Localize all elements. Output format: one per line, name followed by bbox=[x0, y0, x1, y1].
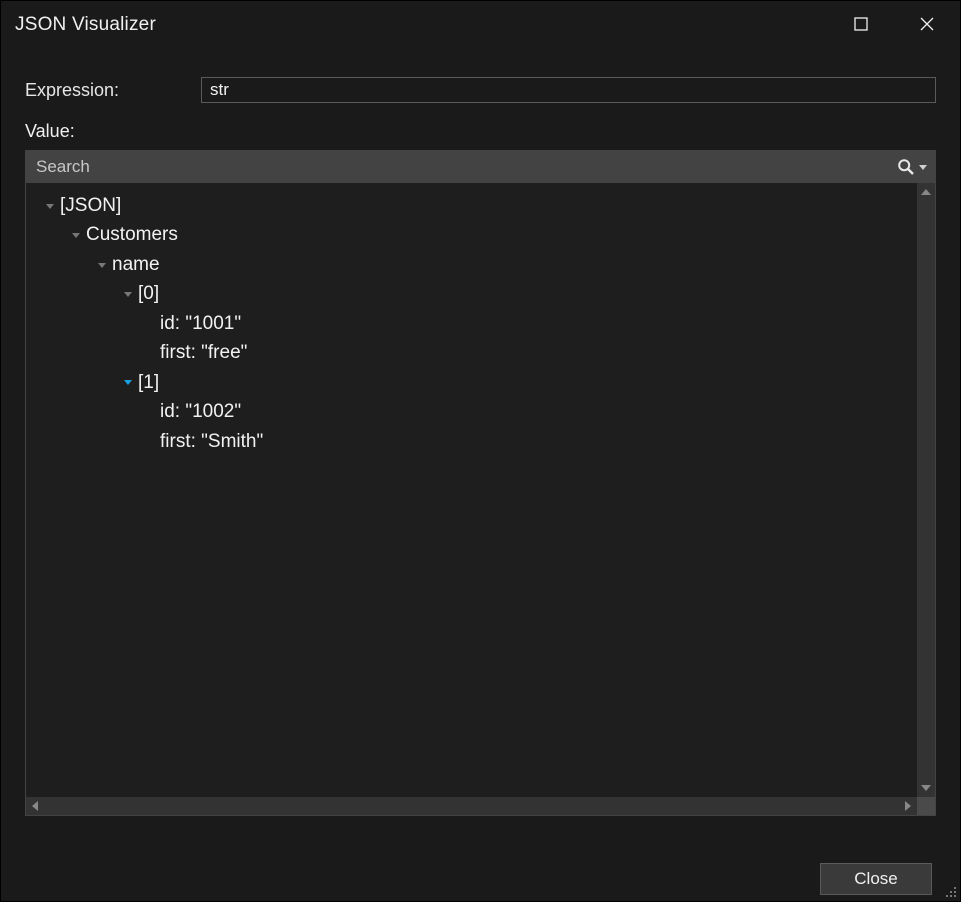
tree-node-customers[interactable]: Customers bbox=[30, 220, 913, 249]
chevron-down-icon bbox=[921, 785, 931, 791]
tree-node-name[interactable]: name bbox=[30, 250, 913, 279]
chevron-down-icon bbox=[919, 165, 927, 170]
tree-leaf-value: id: "1002" bbox=[160, 397, 241, 426]
tree-leaf-value: id: "1001" bbox=[160, 309, 241, 338]
tree-node-item-0[interactable]: [0] bbox=[30, 279, 913, 308]
horizontal-scrollbar[interactable] bbox=[26, 797, 917, 815]
expression-label: Expression: bbox=[25, 80, 185, 101]
tree-node-label: [1] bbox=[138, 368, 159, 397]
expression-input[interactable] bbox=[201, 77, 936, 103]
expand-icon[interactable] bbox=[120, 377, 136, 387]
search-bar bbox=[26, 151, 935, 183]
expand-icon[interactable] bbox=[68, 230, 84, 240]
tree-leaf[interactable]: id: "1002" bbox=[30, 397, 913, 426]
scroll-corner bbox=[917, 797, 935, 815]
value-label-row: Value: bbox=[1, 107, 960, 148]
close-window-button[interactable] bbox=[894, 1, 960, 49]
search-input[interactable] bbox=[36, 157, 897, 177]
maximize-button[interactable] bbox=[828, 1, 894, 49]
scroll-down-button[interactable] bbox=[917, 779, 935, 797]
titlebar-controls bbox=[828, 1, 960, 49]
close-icon bbox=[920, 17, 934, 34]
tree-node-label: [JSON] bbox=[60, 191, 121, 220]
dialog-footer: Close bbox=[1, 863, 952, 895]
tree-node-label: Customers bbox=[86, 220, 178, 249]
value-label: Value: bbox=[25, 121, 936, 142]
tree-node-root[interactable]: [JSON] bbox=[30, 191, 913, 220]
search-icon bbox=[897, 158, 915, 176]
tree-node-item-1[interactable]: [1] bbox=[30, 368, 913, 397]
close-button[interactable]: Close bbox=[820, 863, 932, 895]
scroll-right-button[interactable] bbox=[899, 797, 917, 815]
tree-leaf[interactable]: first: "free" bbox=[30, 338, 913, 367]
expand-icon[interactable] bbox=[42, 201, 58, 211]
tree-leaf-value: first: "free" bbox=[160, 338, 247, 367]
scroll-up-button[interactable] bbox=[917, 183, 935, 201]
scroll-left-button[interactable] bbox=[26, 797, 44, 815]
resize-grip[interactable] bbox=[942, 883, 958, 899]
json-tree[interactable]: [JSON] Customers name bbox=[26, 183, 917, 797]
titlebar: JSON Visualizer bbox=[1, 1, 960, 49]
expand-icon[interactable] bbox=[94, 260, 110, 270]
expression-row: Expression: bbox=[1, 73, 960, 107]
json-visualizer-window: JSON Visualizer Expression: Value: bbox=[0, 0, 961, 902]
search-button[interactable] bbox=[897, 158, 927, 176]
maximize-icon bbox=[854, 17, 868, 34]
tree-node-label: name bbox=[112, 250, 160, 279]
value-panel: [JSON] Customers name bbox=[25, 150, 936, 816]
tree-leaf-value: first: "Smith" bbox=[160, 427, 263, 456]
tree-node-label: [0] bbox=[138, 279, 159, 308]
close-button-label: Close bbox=[854, 869, 897, 889]
vertical-scrollbar[interactable] bbox=[917, 183, 935, 797]
tree-leaf[interactable]: first: "Smith" bbox=[30, 427, 913, 456]
expand-icon[interactable] bbox=[120, 289, 136, 299]
tree-leaf[interactable]: id: "1001" bbox=[30, 309, 913, 338]
window-title: JSON Visualizer bbox=[15, 14, 156, 36]
chevron-right-icon bbox=[905, 801, 911, 811]
chevron-up-icon bbox=[921, 189, 931, 195]
tree-viewport: [JSON] Customers name bbox=[26, 183, 935, 815]
chevron-left-icon bbox=[32, 801, 38, 811]
